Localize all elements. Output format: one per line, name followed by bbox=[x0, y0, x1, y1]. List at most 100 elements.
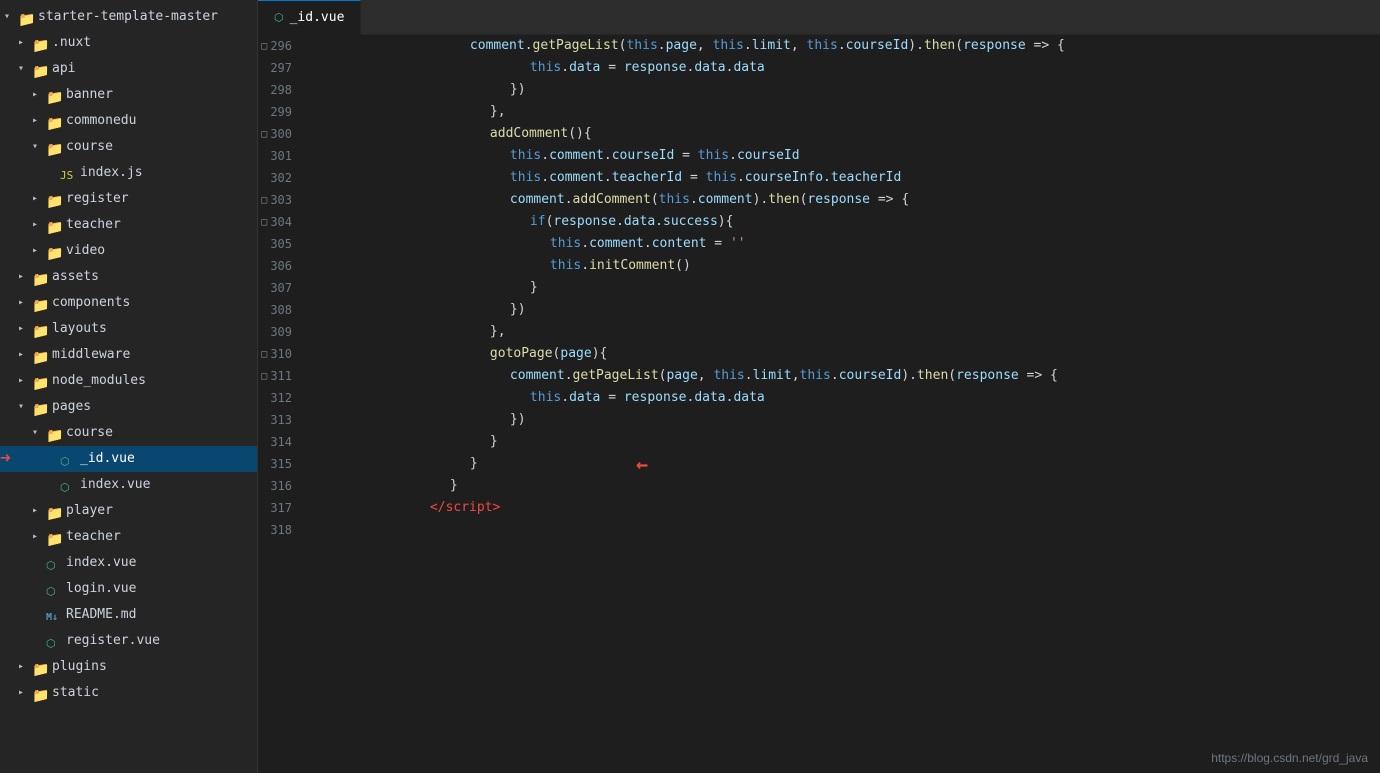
chevron-commonedu bbox=[32, 110, 46, 132]
fold-309 bbox=[258, 321, 270, 343]
active-tab[interactable]: ⬡ _id.vue bbox=[258, 0, 361, 35]
chevron-nodemodules bbox=[18, 370, 32, 392]
sidebar-item-plugins[interactable]: 📁 plugins bbox=[0, 654, 257, 680]
folder-icon-course-api: 📁 bbox=[46, 139, 62, 155]
file-icon-readme: M↓ bbox=[46, 607, 62, 623]
ln-310: □310 bbox=[258, 343, 300, 365]
sidebar-item-nodemodules[interactable]: 📁 node_modules bbox=[0, 368, 257, 394]
label-banner: banner bbox=[66, 84, 113, 106]
sidebar-item-api[interactable]: 📁 api bbox=[0, 56, 257, 82]
sidebar-item-middleware[interactable]: 📁 middleware bbox=[0, 342, 257, 368]
sidebar-item-banner[interactable]: 📁 banner bbox=[0, 82, 257, 108]
sidebar-item-course-api[interactable]: 📁 course bbox=[0, 134, 257, 160]
fold-297 bbox=[258, 57, 270, 79]
folder-icon-assets: 📁 bbox=[32, 269, 48, 285]
sidebar-item-teacher-api[interactable]: 📁 teacher bbox=[0, 212, 257, 238]
chevron-plugins bbox=[18, 656, 32, 678]
code-line-317: </script> bbox=[316, 497, 1380, 519]
chevron-course-api bbox=[32, 136, 46, 158]
label-components: components bbox=[52, 292, 130, 314]
tab-vue-icon: ⬡ bbox=[274, 11, 284, 24]
sidebar-item-register-api[interactable]: 📁 register bbox=[0, 186, 257, 212]
chevron-root bbox=[4, 6, 18, 28]
folder-icon-middleware: 📁 bbox=[32, 347, 48, 363]
label-nuxt: .nuxt bbox=[52, 32, 91, 54]
label-middleware: middleware bbox=[52, 344, 130, 366]
sidebar-item-video[interactable]: 📁 video bbox=[0, 238, 257, 264]
label-plugins: plugins bbox=[52, 656, 107, 678]
fold-308 bbox=[258, 299, 270, 321]
sidebar-item-course-pages[interactable]: 📁 course ➜ bbox=[0, 420, 257, 446]
watermark: https://blog.csdn.net/grd_java bbox=[1211, 751, 1368, 765]
folder-icon-plugins: 📁 bbox=[32, 659, 48, 675]
file-icon-indexvue-course: ⬡ bbox=[60, 477, 76, 493]
editor-area: ⬡ _id.vue □296 297 298 299 □ bbox=[258, 0, 1380, 773]
sidebar-item-components[interactable]: 📁 components bbox=[0, 290, 257, 316]
chevron-assets bbox=[18, 266, 32, 288]
sidebar-item-player[interactable]: 📁 player bbox=[0, 498, 257, 524]
sidebar-root[interactable]: 📁 starter-template-master bbox=[0, 4, 257, 30]
ln-309: 309 bbox=[258, 321, 300, 343]
fold-304: □ bbox=[258, 211, 270, 233]
folder-icon-api: 📁 bbox=[32, 61, 48, 77]
sidebar-item-readme[interactable]: M↓ README.md bbox=[0, 602, 257, 628]
label-video: video bbox=[66, 240, 105, 262]
label-indexjs: index.js bbox=[80, 162, 143, 184]
fold-314 bbox=[258, 431, 270, 453]
ln-304: □304 bbox=[258, 211, 300, 233]
chevron-register-api bbox=[32, 188, 46, 210]
root-label: starter-template-master bbox=[38, 6, 218, 28]
label-teacher-api: teacher bbox=[66, 214, 121, 236]
fold-301 bbox=[258, 145, 270, 167]
sidebar-item-assets[interactable]: 📁 assets bbox=[0, 264, 257, 290]
arrow-line315: ← bbox=[636, 453, 648, 475]
sidebar-item-commonedu[interactable]: 📁 commonedu bbox=[0, 108, 257, 134]
sidebar-item-static[interactable]: 📁 static bbox=[0, 680, 257, 706]
ln-303: □303 bbox=[258, 189, 300, 211]
sidebar-item-pages[interactable]: 📁 pages bbox=[0, 394, 257, 420]
file-icon-loginvue: ⬡ bbox=[46, 581, 62, 597]
folder-icon-layouts: 📁 bbox=[32, 321, 48, 337]
label-registervue: register.vue bbox=[66, 630, 160, 652]
ln-313: 313 bbox=[258, 409, 300, 431]
fold-316 bbox=[258, 475, 270, 497]
fold-318 bbox=[258, 519, 270, 541]
file-icon-indexvue-pages: ⬡ bbox=[46, 555, 62, 571]
code-container: □296 297 298 299 □300 301 302 bbox=[258, 35, 1380, 773]
chevron-static bbox=[18, 682, 32, 704]
sidebar-item-registervue[interactable]: ⬡ register.vue bbox=[0, 628, 257, 654]
label-course-api: course bbox=[66, 136, 113, 158]
chevron-pages bbox=[18, 396, 32, 418]
tab-bar: ⬡ _id.vue bbox=[258, 0, 1380, 35]
label-course-pages: course bbox=[66, 422, 113, 444]
label-api: api bbox=[52, 58, 75, 80]
sidebar-item-idvue[interactable]: ⬡ _id.vue ➜ bbox=[0, 446, 257, 472]
chevron-banner bbox=[32, 84, 46, 106]
code-editor[interactable]: □296 297 298 299 □300 301 302 bbox=[258, 35, 1380, 773]
fold-310: □ bbox=[258, 343, 270, 365]
chevron-course-pages bbox=[32, 422, 46, 444]
chevron-teacher-pages bbox=[32, 526, 46, 548]
ln-312: 312 bbox=[258, 387, 300, 409]
code-lines: comment.getPageList(this.page, this.limi… bbox=[308, 35, 1380, 773]
sidebar-item-nuxt[interactable]: 📁 .nuxt bbox=[0, 30, 257, 56]
sidebar-item-indexjs[interactable]: JS index.js bbox=[0, 160, 257, 186]
ln-302: 302 bbox=[258, 167, 300, 189]
fold-305 bbox=[258, 233, 270, 255]
sidebar-item-layouts[interactable]: 📁 layouts bbox=[0, 316, 257, 342]
folder-icon-static: 📁 bbox=[32, 685, 48, 701]
sidebar-item-teacher-pages[interactable]: 📁 teacher bbox=[0, 524, 257, 550]
chevron-api bbox=[18, 58, 32, 80]
ln-307: 307 bbox=[258, 277, 300, 299]
ln-308: 308 bbox=[258, 299, 300, 321]
sidebar-item-indexvue-course[interactable]: ⬡ index.vue bbox=[0, 472, 257, 498]
label-indexvue-pages: index.vue bbox=[66, 552, 136, 574]
fold-298 bbox=[258, 79, 270, 101]
sidebar-item-indexvue-pages[interactable]: ⬡ index.vue bbox=[0, 550, 257, 576]
ln-317: 317 bbox=[258, 497, 300, 519]
folder-icon-nodemodules: 📁 bbox=[32, 373, 48, 389]
sidebar-item-loginvue[interactable]: ⬡ login.vue bbox=[0, 576, 257, 602]
folder-icon-commonedu: 📁 bbox=[46, 113, 62, 129]
ln-298: 298 bbox=[258, 79, 300, 101]
file-icon-idvue: ⬡ bbox=[60, 451, 76, 467]
